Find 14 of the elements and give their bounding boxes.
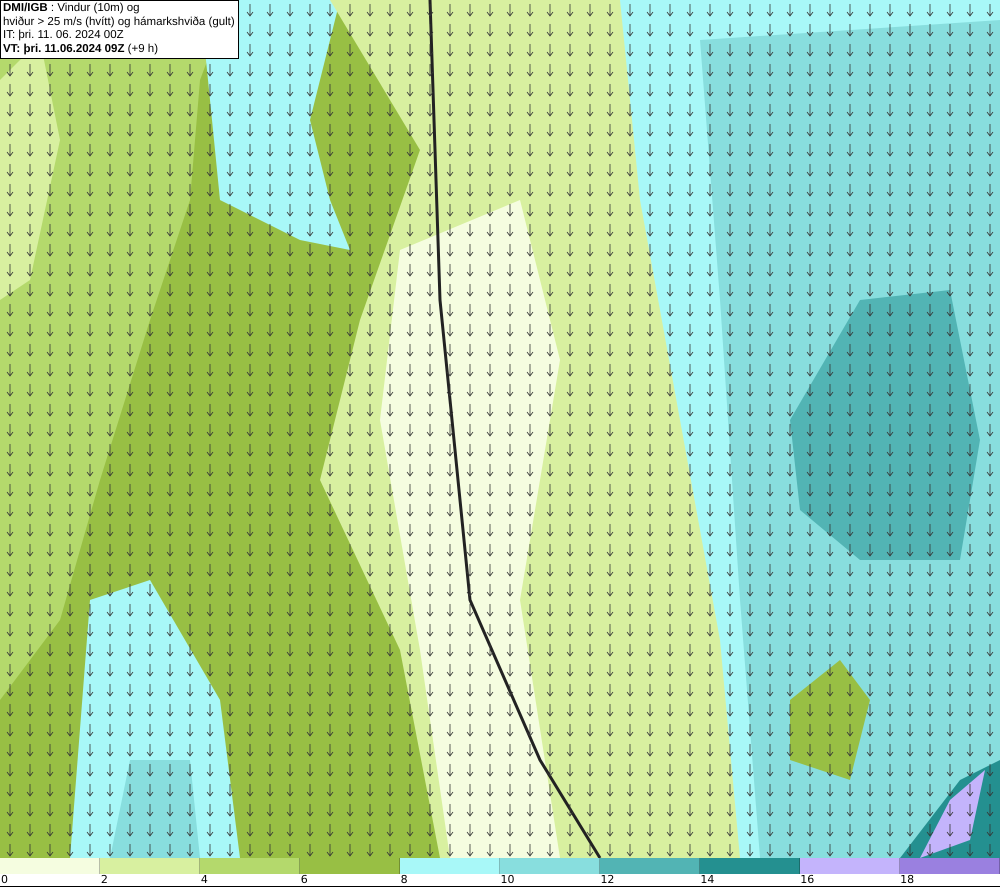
legend-label: 8: [400, 873, 408, 886]
header-line: IT: þri. 11. 06. 2024 00Z: [3, 29, 125, 42]
legend-label: 0: [1, 873, 8, 886]
header-line: DMI/IGB : Vindur (10m) og: [3, 2, 141, 16]
header-line: VT: þri. 11.06.2024 09Z (+9 h): [3, 42, 160, 56]
legend-label: 16: [800, 873, 814, 886]
header-line: hviður > 25 m/s (hvítt) og hámarkshviða (gult): [3, 16, 235, 29]
legend-label: 10: [500, 873, 515, 886]
legend-label: 18: [900, 873, 914, 886]
legend-label: 12: [600, 873, 614, 886]
legend-label: 2: [100, 873, 108, 886]
legend-label: 4: [200, 873, 208, 886]
legend-label: 6: [300, 873, 308, 886]
legend-label: 14: [700, 873, 714, 886]
